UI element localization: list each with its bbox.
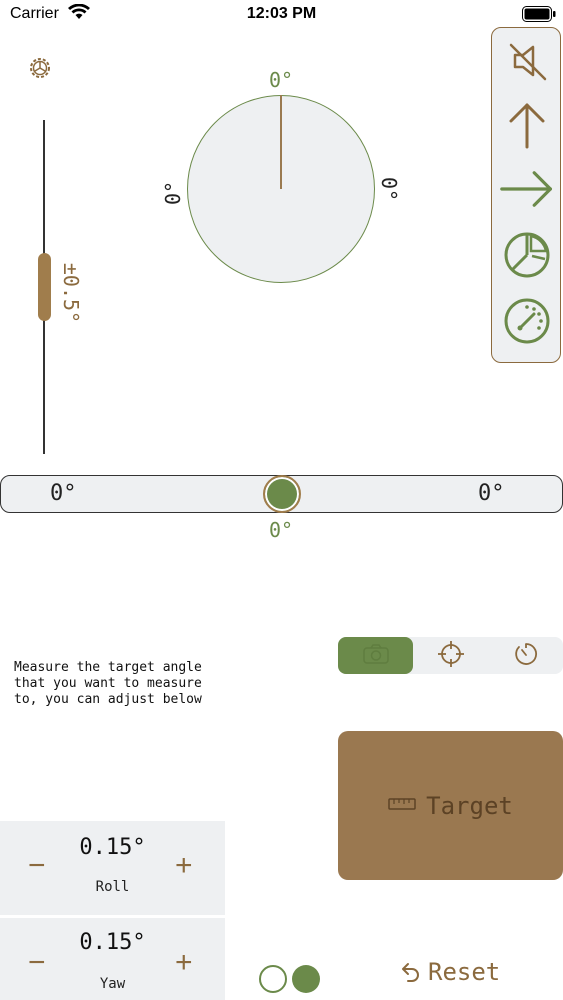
page-indicator-dot[interactable] — [259, 965, 287, 993]
gauge-icon[interactable] — [500, 294, 554, 348]
level-bubble — [263, 475, 301, 513]
crosshair-icon — [437, 640, 465, 672]
battery-icon — [522, 6, 556, 27]
tab-timer[interactable] — [488, 637, 563, 674]
level-right-angle: 0° — [478, 481, 505, 506]
yaw-stepper: − 0.15° Yaw + — [0, 918, 225, 1000]
dial-needle — [280, 95, 282, 189]
reset-button[interactable]: Reset — [398, 958, 500, 986]
gear-icon[interactable] — [26, 54, 54, 86]
level-left-angle: 0° — [50, 481, 77, 506]
timer-icon — [513, 641, 539, 671]
status-bar: Carrier 12:03 PM — [0, 0, 563, 30]
undo-icon — [398, 958, 422, 986]
instructions-text: Measure the target angle that you want t… — [14, 660, 202, 707]
clock: 12:03 PM — [246, 5, 317, 22]
mode-segmented-control — [338, 637, 563, 674]
arrow-right-icon[interactable] — [500, 162, 554, 216]
dial-left-angle: 0° — [161, 180, 185, 206]
page-indicator-dot-active[interactable] — [292, 965, 320, 993]
pie-chart-icon[interactable] — [500, 228, 554, 282]
tab-camera[interactable] — [338, 637, 413, 674]
arrow-up-icon[interactable] — [500, 98, 554, 152]
tool-panel — [491, 27, 561, 363]
mute-icon[interactable] — [500, 34, 554, 88]
camera-icon — [362, 643, 389, 668]
roll-stepper: − 0.15° Roll + — [0, 821, 225, 915]
target-button-label: Target — [426, 791, 513, 820]
ruler-icon — [388, 796, 416, 815]
tolerance-label: ±0.5° — [59, 262, 83, 324]
roll-increment-button[interactable]: + — [175, 849, 193, 883]
vertical-slider-thumb[interactable] — [38, 253, 51, 321]
level-bottom-angle: 0° — [268, 518, 294, 542]
target-button[interactable]: Target — [338, 731, 563, 880]
yaw-increment-button[interactable]: + — [175, 946, 193, 980]
dial-right-angle: 0° — [377, 176, 401, 202]
dial-top-angle: 0° — [268, 68, 294, 92]
tab-crosshair[interactable] — [413, 637, 488, 674]
reset-label: Reset — [428, 958, 501, 986]
